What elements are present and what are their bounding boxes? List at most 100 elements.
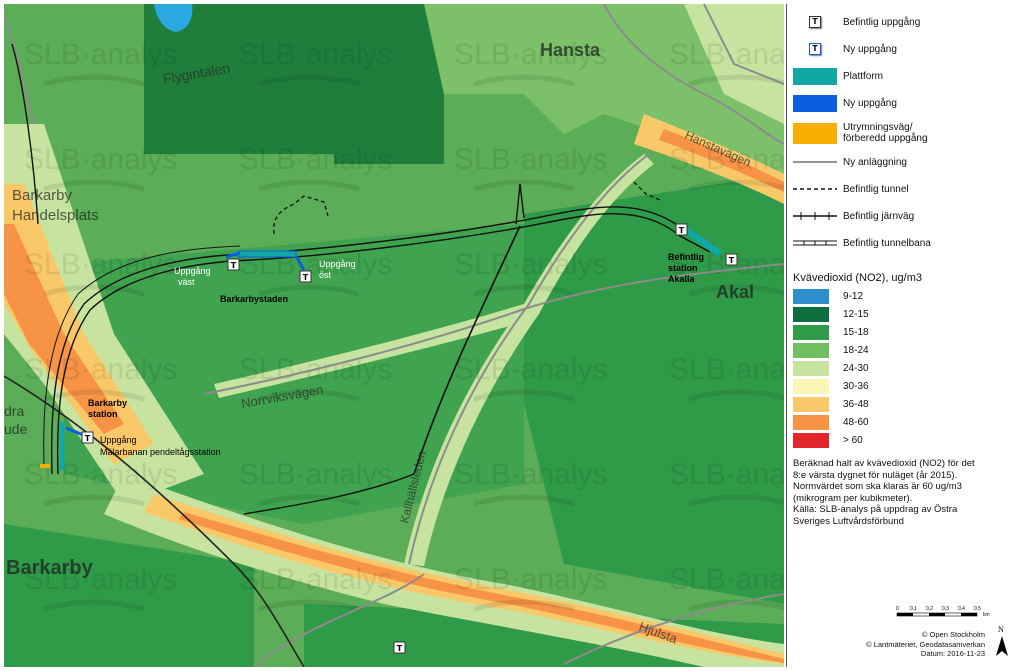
scale-tick-0: 0: [896, 606, 899, 612]
place-label-fragment-1: dra: [4, 403, 24, 419]
concentration-title: Kvävedioxid (NO2), ug/m3: [793, 272, 922, 284]
legend-swatch: [793, 67, 837, 85]
map-canvas[interactable]: SLB·analys: [4, 4, 784, 667]
label-akalla-3: Akalla: [668, 274, 696, 284]
class-swatch: [793, 289, 829, 304]
label-akalla-1: Befintlig: [668, 252, 704, 262]
svg-text:T: T: [231, 261, 237, 270]
legend-swatch: [793, 94, 837, 112]
legend-note: Beräknad halt av kvävedioxid (NO2) för d…: [793, 458, 1013, 527]
t-symbol-uppgang-ost[interactable]: T: [299, 270, 312, 283]
label-uppgang-vast-2: väst: [178, 277, 195, 287]
watermark-pattern: [4, 4, 784, 667]
scale-unit: km: [983, 612, 990, 618]
class-row: 12-15: [793, 307, 869, 322]
north-arrow: N: [994, 624, 1010, 661]
label-barkarbystaden: Barkarbystaden: [220, 294, 288, 304]
class-label: 12-15: [843, 309, 869, 320]
scale-tick-2: 0,2: [926, 606, 933, 612]
class-swatch: [793, 343, 829, 358]
svg-text:T: T: [85, 434, 91, 443]
credit-line: © Open Stockholm: [921, 630, 985, 639]
scale-tick-5: 0,5: [974, 606, 981, 612]
class-label: 18-24: [843, 345, 869, 356]
svg-text:T: T: [303, 273, 309, 282]
t-symbol-akalla-south[interactable]: T: [725, 253, 738, 266]
class-row: 15-18: [793, 325, 869, 340]
class-label: 9-12: [843, 291, 864, 302]
class-swatch: [793, 361, 829, 376]
legend-item-plattform: Plattform: [793, 66, 883, 86]
class-swatch: [793, 433, 829, 448]
place-label-barkarby-handelsplats-1: Barkarby: [12, 187, 73, 204]
legend-label: Befintlig tunnelbana: [843, 237, 931, 249]
legend-label: Ny uppgång: [843, 43, 897, 55]
note-line: Normvärdet som ska klaras är 60 ug/m3: [793, 481, 962, 492]
t-symbol-uppgang-vast[interactable]: T: [227, 258, 240, 271]
class-label: > 60: [843, 435, 863, 446]
legend-item-befintlig-tunnelbana: Befintlig tunnelbana: [793, 233, 931, 253]
note-line: Beräknad halt av kvävedioxid (NO2) för d…: [793, 458, 975, 469]
credit-line: © Lantmäteriet, Geodatasamverkan: [866, 639, 985, 649]
legend-label: Utrymningsväg/: [843, 122, 913, 133]
class-label: 36-48: [843, 399, 869, 410]
t-station-icon: T: [809, 43, 821, 55]
class-swatch: [793, 379, 829, 394]
legend-item-ny-anlaggning: Ny anläggning: [793, 152, 907, 172]
tunnelbana-line-icon: [793, 240, 837, 246]
class-swatch: [793, 325, 829, 340]
label-malarbanan-2: Mälarbanan pendeltågsstation: [100, 447, 221, 457]
t-symbol-south[interactable]: T: [393, 641, 406, 654]
note-line: 8:e värsta dygnet för nuläget (år 2015).: [793, 469, 958, 481]
class-swatch: [793, 307, 829, 322]
legend-label: Plattform: [843, 70, 884, 82]
class-row: > 60: [793, 433, 863, 448]
scale-bar: 0 0,1 0,2 0,3 0,4 0,5 km: [895, 600, 995, 627]
class-row: 36-48: [793, 397, 869, 412]
legend-label: Befintlig tunnel: [843, 183, 909, 195]
legend-item-befintlig-uppgang: T Befintlig uppgång: [793, 12, 920, 32]
t-symbol-barkarby-station[interactable]: T: [81, 431, 94, 444]
class-row: 18-24: [793, 343, 869, 358]
legend-item-utrymningsvag: Utrymningsväg/ förberedd uppgång: [793, 120, 928, 146]
place-label-fragment-2: ude: [4, 421, 28, 437]
legend-label: Befintlig järnväg: [843, 210, 915, 222]
note-line: Källa: SLB-analys på uppdrag av Östra: [793, 504, 958, 515]
legend-item-ny-uppgang-line: Ny uppgång: [793, 93, 897, 113]
class-swatch: [793, 397, 829, 412]
class-row: 48-60: [793, 415, 869, 430]
svg-text:T: T: [397, 644, 403, 653]
svg-text:T: T: [679, 226, 685, 235]
class-label: 24-30: [843, 363, 869, 374]
label-barkarby-station-2: station: [88, 409, 118, 419]
label-akalla-2: station: [668, 263, 698, 273]
class-label: 48-60: [843, 417, 869, 428]
scale-tick-4: 0,4: [958, 606, 965, 612]
legend-item-ny-uppgang-symbol: T Ny uppgång: [793, 39, 897, 59]
place-label-barkarby-handelsplats-2: Handelsplats: [12, 207, 99, 224]
legend-panel: T Befintlig uppgång T Ny uppgång Plattfo…: [786, 4, 1021, 667]
dashed-line-icon: [793, 188, 837, 190]
north-label: N: [998, 625, 1004, 634]
legend-label: Ny uppgång: [843, 97, 897, 109]
legend-label: Befintlig uppgång: [843, 16, 921, 28]
label-barkarby-station-1: Barkarby: [88, 398, 127, 408]
credits: © Open Stockholm © Lantmäteriet, Geodata…: [866, 630, 985, 659]
class-swatch: [793, 415, 829, 430]
place-label-akalla: Akal: [716, 282, 754, 302]
class-row: 24-30: [793, 361, 869, 376]
north-arrow-icon: [996, 636, 1008, 656]
place-label-barkarby: Barkarby: [6, 557, 94, 579]
t-station-icon: T: [809, 16, 821, 28]
legend-label: förberedd uppgång: [843, 133, 928, 144]
legend-item-befintlig-tunnel: Befintlig tunnel: [793, 179, 909, 199]
label-uppgang-ost-2: öst: [319, 270, 332, 280]
class-row: 9-12: [793, 289, 863, 304]
place-label-hansta: Hansta: [540, 40, 601, 60]
escape-route: [40, 464, 50, 468]
t-symbol-akalla-north[interactable]: T: [675, 223, 688, 236]
class-row: 30-36: [793, 379, 869, 394]
scale-tick-3: 0,3: [942, 606, 949, 612]
scale-tick-1: 0,1: [910, 606, 917, 612]
label-malarbanan-1: Uppgång: [100, 435, 137, 445]
